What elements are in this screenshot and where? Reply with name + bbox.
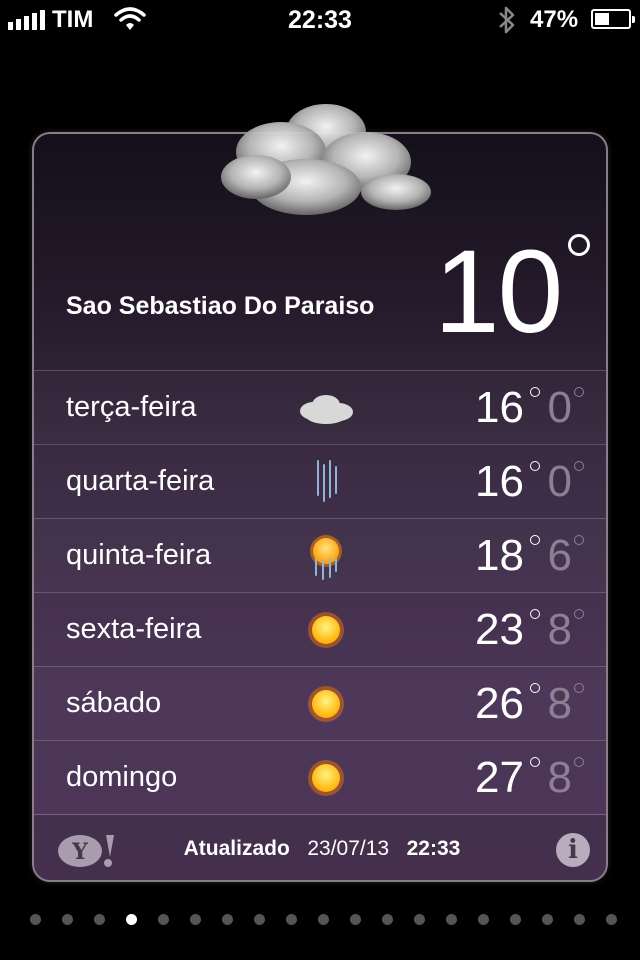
rain-icon [296, 457, 356, 507]
degree-icon [574, 757, 584, 767]
forecast-high: 27 [475, 753, 524, 802]
forecast-row: quinta-feira 18 6 [34, 518, 606, 592]
degree-icon [574, 461, 584, 471]
forecast-row: sábado 26 8 [34, 666, 606, 740]
forecast-high: 16 [475, 457, 524, 506]
forecast-day: terça-feira [66, 391, 197, 423]
updated-date: 23/07/13 [307, 837, 390, 860]
forecast-row: terça-feira 16 0 [34, 370, 606, 444]
battery-icon [591, 9, 635, 29]
forecast-low: 0 [547, 383, 572, 432]
page-dot[interactable] [317, 914, 329, 925]
forecast-day: quinta-feira [66, 539, 212, 571]
page-dot[interactable] [349, 914, 361, 925]
degree-icon [568, 234, 590, 256]
battery-percent: 47% [530, 6, 579, 33]
degree-icon [530, 757, 540, 767]
forecast-high: 26 [475, 679, 524, 728]
forecast-high: 16 [475, 383, 524, 432]
city-name: Sao Sebastiao Do Paraiso [66, 292, 375, 320]
page-dot[interactable] [285, 914, 297, 925]
forecast-low: 0 [547, 457, 572, 506]
page-dot[interactable] [445, 914, 457, 925]
page-dot[interactable] [253, 914, 265, 925]
page-dot[interactable] [29, 914, 41, 925]
page-indicator[interactable] [0, 914, 640, 934]
forecast-day: quarta-feira [66, 465, 215, 497]
page-dot[interactable] [221, 914, 233, 925]
status-bar: TIM 22:33 47% [0, 0, 640, 40]
page-dot[interactable] [61, 914, 73, 925]
degree-icon [574, 387, 584, 397]
updated-status: Atualizado 23/07/13 22:33 [34, 837, 606, 861]
degree-icon [574, 535, 584, 545]
page-dot[interactable] [541, 914, 553, 925]
page-dot[interactable] [157, 914, 169, 925]
page-dot[interactable] [189, 914, 201, 925]
page-dot[interactable] [605, 914, 617, 925]
degree-icon [530, 387, 540, 397]
weather-footer: Y Atualizado 23/07/13 22:33 i [34, 814, 606, 880]
forecast-low: 8 [547, 605, 572, 654]
forecast-low: 8 [547, 753, 572, 802]
forecast-high: 23 [475, 605, 524, 654]
current-temperature: 10 [434, 226, 563, 358]
degree-icon [530, 609, 540, 619]
page-dot[interactable] [381, 914, 393, 925]
forecast-row: quarta-feira 16 0 [34, 444, 606, 518]
degree-icon [530, 683, 540, 693]
degree-icon [530, 535, 540, 545]
current-condition-cloud-icon [196, 92, 446, 237]
updated-time: 22:33 [406, 837, 461, 860]
sun-icon [296, 605, 356, 655]
forecast-day: domingo [66, 761, 178, 793]
forecast-row: domingo 27 8 [34, 740, 606, 814]
sun-rain-icon [296, 531, 356, 581]
page-dot[interactable] [477, 914, 489, 925]
sun-icon [296, 679, 356, 729]
degree-icon [530, 461, 540, 471]
weather-card[interactable]: Sao Sebastiao Do Paraiso 10 terça-feira 1… [32, 132, 608, 882]
page-dot[interactable] [125, 914, 137, 925]
info-icon[interactable]: i [556, 833, 590, 867]
updated-label: Atualizado [183, 837, 290, 860]
bluetooth-icon [496, 4, 518, 41]
degree-icon [574, 609, 584, 619]
forecast-list: terça-feira 16 0 quarta-feira 16 0 quinta-feir… [34, 370, 606, 814]
page-dot[interactable] [573, 914, 585, 925]
degree-icon [574, 683, 584, 693]
forecast-day: sexta-feira [66, 613, 202, 645]
forecast-row: sexta-feira 23 8 [34, 592, 606, 666]
forecast-high: 18 [475, 531, 524, 580]
battery-level [595, 13, 609, 25]
page-dot[interactable] [509, 914, 521, 925]
page-dot[interactable] [413, 914, 425, 925]
cloud-icon [296, 383, 356, 433]
forecast-low: 8 [547, 679, 572, 728]
forecast-day: sábado [66, 687, 162, 719]
page-dot[interactable] [93, 914, 105, 925]
sun-icon [296, 753, 356, 803]
forecast-low: 6 [547, 531, 572, 580]
